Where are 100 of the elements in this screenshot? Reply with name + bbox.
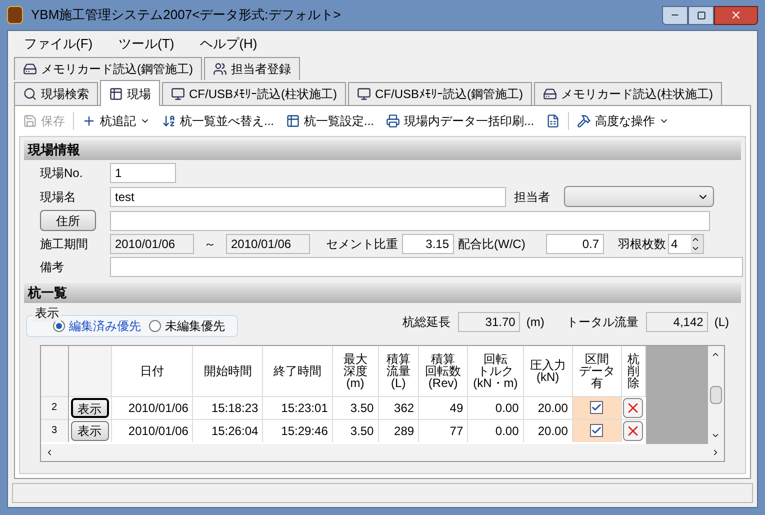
tab[interactable]: メモリカード読込(鋼管施工): [14, 57, 202, 80]
tab[interactable]: CF/USBﾒﾓﾘｰ読込(鋼管施工): [348, 82, 532, 105]
column-header: 積算 流量 (L): [378, 346, 419, 396]
row-header: 2: [41, 396, 68, 419]
table-cell: 77: [418, 419, 468, 442]
table-cell: 20.00: [523, 419, 572, 442]
down-icon: [711, 431, 720, 440]
field-label: 現場名: [40, 188, 77, 206]
table-cell: 289: [378, 419, 419, 442]
date-field[interactable]: 2010/01/06: [110, 234, 194, 254]
toolbar-icon: [386, 114, 400, 128]
field-label: トータル流量: [566, 314, 638, 331]
toolbar-button[interactable]: 高度な操作: [573, 112, 674, 130]
close-button[interactable]: [714, 6, 758, 24]
field-label: 施工期間: [40, 236, 89, 253]
delete-button[interactable]: [622, 398, 643, 418]
tab[interactable]: 現場: [100, 80, 160, 106]
toolbar-icon: [23, 114, 37, 128]
toolbar-button[interactable]: 杭一覧設定...: [282, 112, 378, 130]
toolbar-button[interactable]: 現場内データ一括印刷...: [382, 112, 538, 130]
tab-icon: [171, 87, 185, 101]
field-label: セメント比重: [326, 236, 399, 253]
horizontal-scrollbar[interactable]: [41, 444, 724, 461]
right-icon: [711, 448, 720, 457]
tab-icon: [213, 62, 227, 76]
checkbox[interactable]: [590, 424, 604, 438]
address-button[interactable]: 住所: [40, 210, 96, 231]
table-cell: 362: [378, 396, 419, 419]
field-label: 担当者: [514, 188, 551, 206]
column-header: 回転 トルク (kN・m): [468, 346, 524, 396]
delete-button[interactable]: [622, 420, 643, 441]
tab[interactable]: 担当者登録: [204, 57, 300, 80]
address-field[interactable]: [110, 210, 710, 230]
radio-button[interactable]: [149, 320, 161, 332]
checkbox[interactable]: [590, 401, 604, 414]
table-cell: 49: [418, 396, 468, 419]
close-icon: [730, 9, 742, 21]
toolbar-icon: [286, 114, 300, 128]
toolbar-icon: [162, 114, 176, 128]
toolbar-icon: [82, 114, 96, 128]
show-button[interactable]: 表示: [70, 420, 108, 441]
app-icon: [7, 6, 23, 24]
menu-item[interactable]: ファイル(F): [24, 34, 93, 54]
field-label: 現場No.: [40, 165, 84, 182]
toolbar-button[interactable]: 杭追記: [78, 112, 154, 130]
menu-item[interactable]: ツール(T): [118, 34, 174, 54]
tab-icon: [357, 87, 371, 101]
table-cell: 15:29:46: [262, 419, 332, 442]
table-cell: 20.00: [523, 396, 572, 419]
table-cell: 2010/01/06: [111, 419, 193, 442]
menu-item[interactable]: ヘルプ(H): [200, 34, 258, 54]
remarks-field[interactable]: [110, 257, 743, 277]
column-header: 開始時間: [192, 346, 263, 396]
tab-icon: [109, 86, 123, 100]
column-header: 日付: [111, 346, 193, 396]
site-no-field[interactable]: 1: [110, 163, 176, 183]
column-header: 積算 回転数 (Rev): [418, 346, 468, 396]
field-label: (L): [714, 314, 729, 331]
table-cell: 0.00: [468, 396, 524, 419]
tab[interactable]: メモリカード読込(柱状施工): [534, 82, 722, 105]
group-label: 表示: [33, 304, 61, 322]
tab[interactable]: 現場検索: [14, 82, 98, 105]
column-header: 区間 データ 有: [572, 346, 622, 396]
site-name-field[interactable]: test: [110, 186, 506, 206]
toolbar-button[interactable]: 杭一覧並べ替え...: [158, 112, 278, 130]
total-length-field[interactable]: 31.70: [458, 312, 520, 332]
toolbar-icon: [577, 114, 592, 128]
cement-field[interactable]: 3.15: [402, 234, 454, 254]
column-header: 圧入力 (kN): [523, 346, 572, 396]
row-header: 3: [41, 419, 68, 442]
maximize-button[interactable]: [688, 6, 714, 24]
table-cell: 15:23:01: [262, 396, 332, 419]
column-header: 最大 深度 (m): [332, 346, 378, 396]
maximize-icon: [696, 10, 706, 20]
blades-spinner[interactable]: 4: [668, 234, 704, 254]
person-dropdown[interactable]: [564, 186, 714, 207]
tab-icon: [543, 87, 557, 101]
section-header: 現場情報: [24, 140, 741, 160]
table-cell: 3.50: [332, 419, 378, 442]
left-icon: [45, 448, 54, 457]
column-header: 終了時間: [262, 346, 332, 396]
minimize-button[interactable]: [662, 6, 688, 24]
radio-option[interactable]: 未編集優先: [149, 317, 225, 335]
column-header: 杭 削 除: [621, 346, 646, 396]
tab-icon: [23, 62, 37, 76]
tab[interactable]: CF/USBﾒﾓﾘｰ読込(柱状施工): [162, 82, 346, 105]
up-icon: [691, 235, 700, 244]
tab-icon: [23, 87, 37, 101]
show-button[interactable]: 表示: [70, 398, 108, 418]
date-field[interactable]: 2010/01/06: [226, 234, 310, 254]
field-label: 杭総延長: [402, 314, 450, 331]
ratio-field[interactable]: 0.7: [546, 234, 604, 254]
table-cell: 15:18:23: [192, 396, 263, 419]
vertical-scrollbar[interactable]: [708, 346, 724, 444]
table-cell: 3.50: [332, 396, 378, 419]
field-label: (m): [526, 314, 546, 331]
table-cell: 0.00: [468, 419, 524, 442]
total-flow-field[interactable]: 4,142: [646, 312, 708, 332]
table-cell: 15:26:04: [192, 419, 263, 442]
scrollbar-thumb[interactable]: [710, 386, 722, 404]
